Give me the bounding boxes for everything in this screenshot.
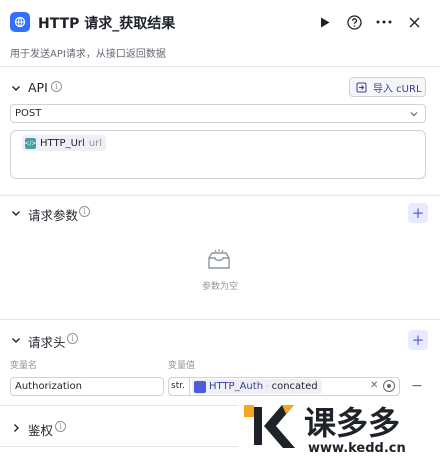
headers-section-header[interactable]: 请求头 i +	[0, 328, 440, 352]
divider	[0, 319, 440, 320]
url-input[interactable]: </> HTTP_Url url	[10, 130, 426, 179]
node-title: HTTP 请求_获取结果	[38, 16, 176, 32]
chevron-down-icon	[12, 338, 20, 343]
info-icon: i	[55, 421, 66, 432]
divider	[0, 195, 440, 196]
params-empty-text: 参数为空	[201, 282, 238, 292]
node-reference-icon	[194, 380, 206, 393]
header-value-source: HTTP_Auth	[209, 381, 264, 392]
http-node-icon	[10, 12, 30, 32]
url-variable-tag[interactable]: </> HTTP_Url url	[22, 135, 107, 151]
remove-header-button[interactable]: −	[411, 378, 423, 394]
target-icon[interactable]	[383, 380, 395, 392]
import-curl-label: 导入 cURL	[373, 83, 422, 95]
empty-box-icon	[208, 249, 230, 269]
watermark-brand: 课多多	[304, 404, 400, 442]
value-type-select[interactable]: str.	[168, 377, 190, 396]
info-icon: i	[79, 206, 90, 217]
header-name-column-label: 变量名	[10, 361, 38, 371]
watermark-url: www.kedd.cn	[308, 441, 406, 456]
api-section-title: API	[28, 80, 48, 95]
clear-icon[interactable]: ✕	[370, 380, 378, 391]
add-param-button[interactable]: +	[408, 203, 428, 223]
info-icon: i	[51, 81, 62, 92]
header-value-input[interactable]: HTTP_Auth · concated	[189, 377, 400, 396]
info-icon: i	[67, 333, 78, 344]
auth-section-title: 鉴权	[28, 423, 54, 438]
close-icon[interactable]	[405, 13, 423, 31]
variable-icon: </>	[24, 137, 37, 149]
add-header-button[interactable]: +	[408, 330, 428, 350]
more-icon[interactable]	[375, 13, 393, 31]
chevron-down-icon	[12, 211, 20, 216]
header-name-input[interactable]: Authorization	[10, 377, 164, 396]
chevron-right-icon	[14, 424, 19, 432]
separator-icon: ·	[266, 382, 269, 391]
header-value-column-label: 变量值	[168, 361, 196, 371]
method-select[interactable]: POST	[10, 104, 426, 123]
chevron-down-icon	[410, 112, 418, 117]
params-section-header[interactable]: 请求参数 i +	[0, 201, 440, 225]
node-header: HTTP 请求_获取结果	[0, 0, 440, 44]
header-value-field: concated	[271, 381, 318, 392]
play-icon[interactable]	[316, 13, 334, 31]
header-value-tag[interactable]: HTTP_Auth · concated	[192, 379, 322, 394]
url-variable-type: url	[88, 137, 103, 149]
params-section-title: 请求参数	[28, 208, 79, 223]
chevron-down-icon	[12, 86, 20, 91]
divider	[0, 66, 440, 67]
import-icon	[356, 82, 367, 92]
kedd-watermark-logo: 课多多 www.kedd.cn	[238, 396, 440, 459]
import-curl-button[interactable]: 导入 cURL	[349, 77, 426, 97]
node-description: 用于发送API请求，从接口返回数据	[10, 49, 166, 60]
method-value: POST	[15, 108, 42, 119]
help-icon[interactable]	[345, 13, 363, 31]
headers-section-title: 请求头	[28, 335, 66, 350]
url-variable-name: HTTP_Url	[40, 137, 85, 149]
